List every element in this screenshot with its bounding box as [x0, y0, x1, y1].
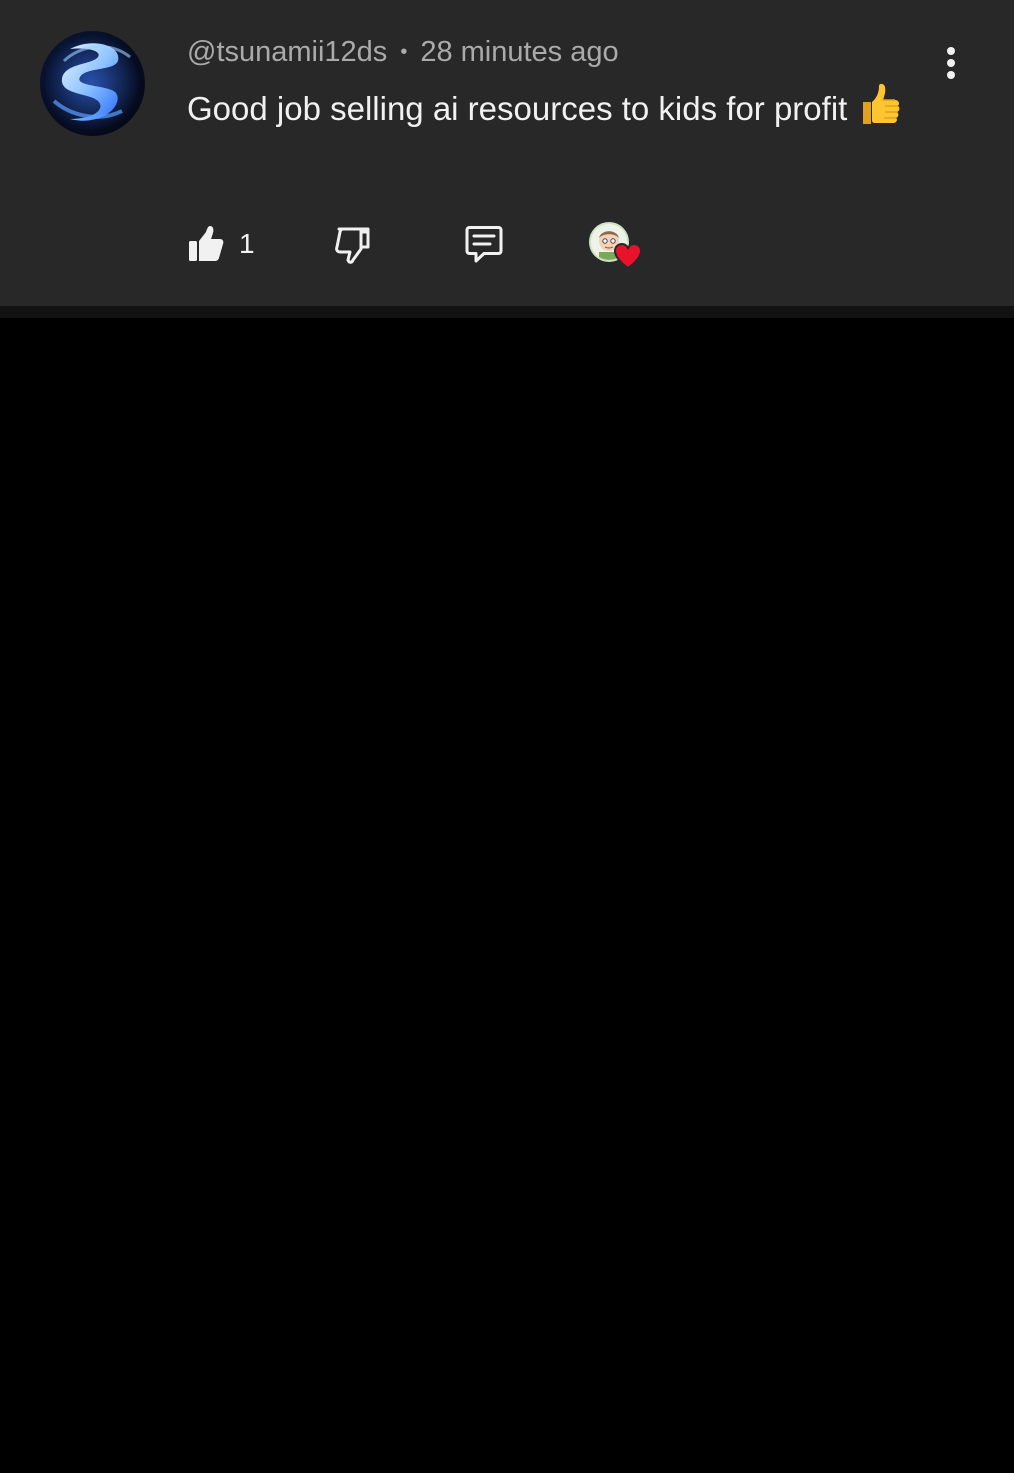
more-options-button[interactable] [930, 40, 972, 86]
avatar-logo-icon [44, 35, 140, 131]
user-avatar[interactable] [40, 31, 145, 136]
comment-card: @tsunamii12ds • 28 minutes ago Good job … [0, 0, 1014, 306]
meta-separator: • [400, 40, 408, 63]
reply-comment-icon [465, 226, 503, 263]
more-vertical-icon [947, 47, 955, 79]
comment-timestamp: 28 minutes ago [420, 35, 619, 68]
thumbs-up-emoji-icon [857, 82, 903, 143]
card-divider [0, 306, 1014, 318]
reply-button[interactable] [463, 224, 505, 271]
like-button[interactable]: 1 [187, 224, 255, 264]
comment-meta: @tsunamii12ds • 28 minutes ago [187, 34, 619, 70]
dislike-button[interactable] [333, 224, 375, 271]
comment-body: Good job selling ai resources to kids fo… [187, 82, 907, 143]
creator-heart[interactable] [588, 220, 648, 272]
comment-username[interactable]: @tsunamii12ds [187, 36, 387, 69]
thumb-down-icon [335, 227, 370, 264]
creator-heart-icon [613, 242, 643, 275]
comment-text: Good job selling ai resources to kids fo… [187, 90, 848, 127]
like-count: 1 [239, 228, 255, 259]
thumb-up-icon [189, 226, 224, 261]
